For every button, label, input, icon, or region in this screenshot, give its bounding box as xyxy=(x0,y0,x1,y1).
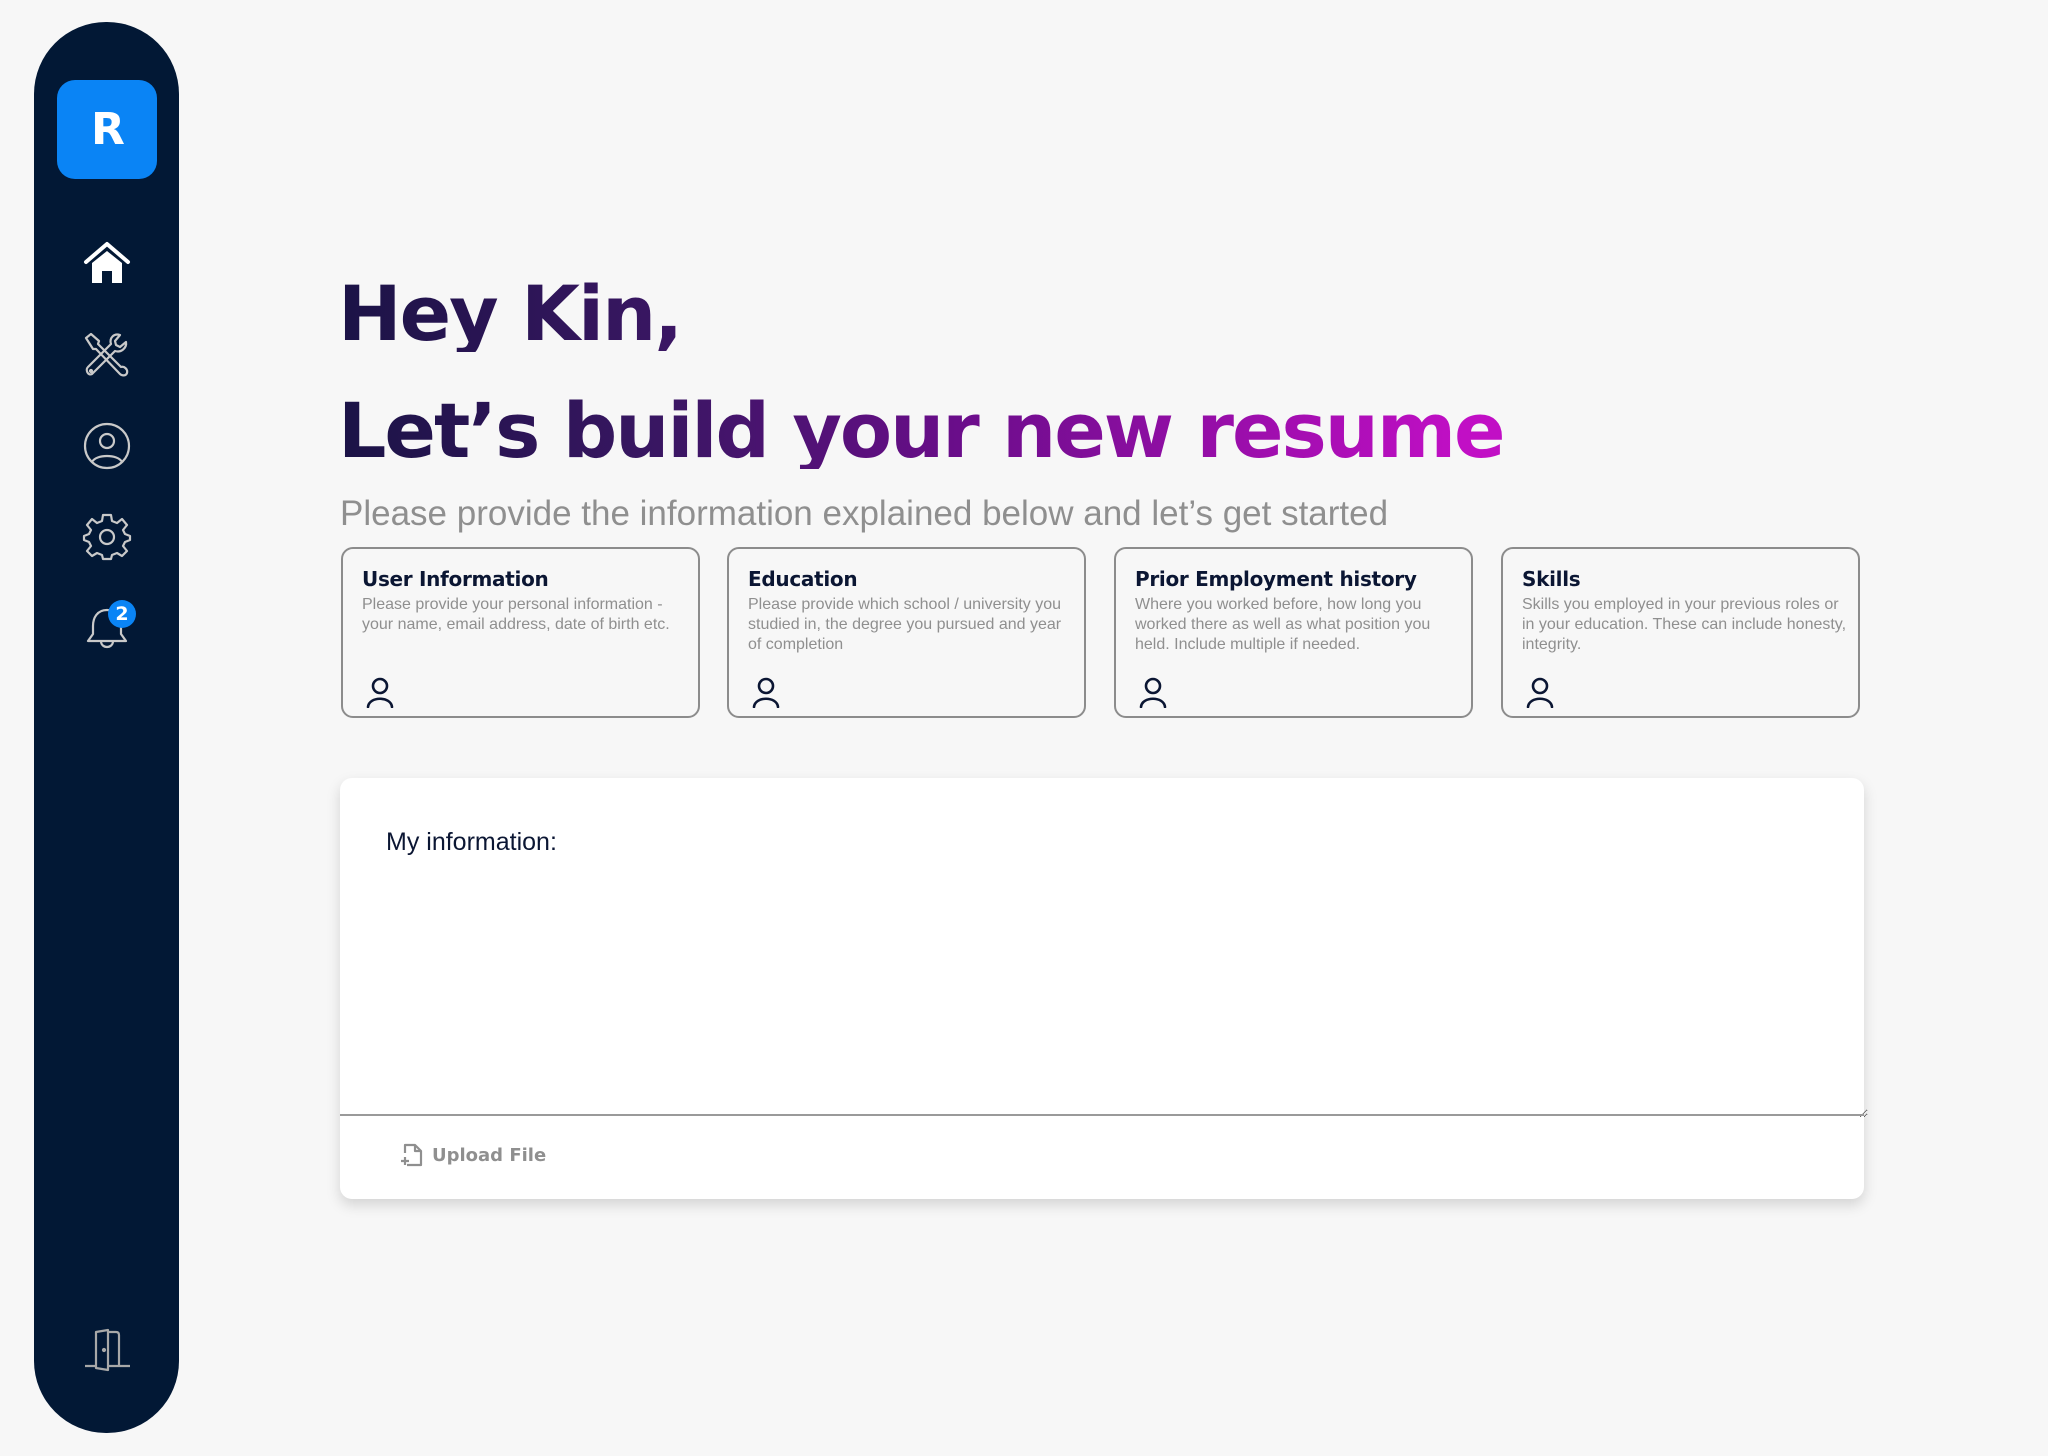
card-prior-employment[interactable]: Prior Employment history Where you worke… xyxy=(1114,547,1473,718)
card-education[interactable]: Education Please provide which school / … xyxy=(727,547,1086,718)
card-description: Please provide your personal information… xyxy=(362,596,670,633)
user-circle-icon xyxy=(83,422,131,470)
card-description: Where you worked before, how long you wo… xyxy=(1135,596,1431,653)
my-information-input[interactable] xyxy=(340,778,1868,1118)
my-information-label: My information: xyxy=(386,828,557,856)
notification-badge: 2 xyxy=(108,600,136,628)
logo-letter: R xyxy=(91,104,125,155)
sidebar-item-home[interactable] xyxy=(80,237,134,291)
page-title: Let’s build your new resume xyxy=(338,386,1506,475)
door-icon xyxy=(85,1328,130,1372)
card-user-information[interactable]: User Information Please provide your per… xyxy=(341,547,700,718)
sidebar-item-settings[interactable] xyxy=(80,510,134,564)
my-information-panel: My information: Upload File xyxy=(340,778,1868,1199)
sidebar-item-profile[interactable] xyxy=(80,419,134,473)
user-icon xyxy=(1139,677,1167,708)
card-title: Skills xyxy=(1522,567,1581,591)
upload-file-label: Upload File xyxy=(432,1144,547,1166)
card-title: User Information xyxy=(362,567,549,591)
upload-file-button[interactable]: Upload File xyxy=(400,1142,546,1168)
card-skills[interactable]: Skills Skills you employed in your previ… xyxy=(1501,547,1860,718)
card-description: Please provide which school / university… xyxy=(748,596,1062,653)
user-icon xyxy=(366,677,394,708)
file-add-icon xyxy=(401,1143,423,1167)
user-icon xyxy=(752,677,780,708)
card-title: Education xyxy=(748,567,858,591)
app-logo[interactable]: R xyxy=(57,80,157,179)
sidebar xyxy=(34,22,179,1433)
page-subtitle: Please provide the information explained… xyxy=(340,494,1389,533)
card-description: Skills you employed in your previous rol… xyxy=(1522,596,1847,653)
sidebar-item-tools[interactable] xyxy=(80,328,134,382)
card-title: Prior Employment history xyxy=(1135,567,1417,591)
panel-divider xyxy=(340,1114,1864,1116)
tools-icon xyxy=(84,332,129,377)
gear-icon xyxy=(82,513,132,561)
user-icon xyxy=(1526,677,1554,708)
logout-button[interactable] xyxy=(80,1322,134,1376)
home-icon xyxy=(84,242,130,283)
greeting-heading: Hey Kin, xyxy=(338,269,683,358)
